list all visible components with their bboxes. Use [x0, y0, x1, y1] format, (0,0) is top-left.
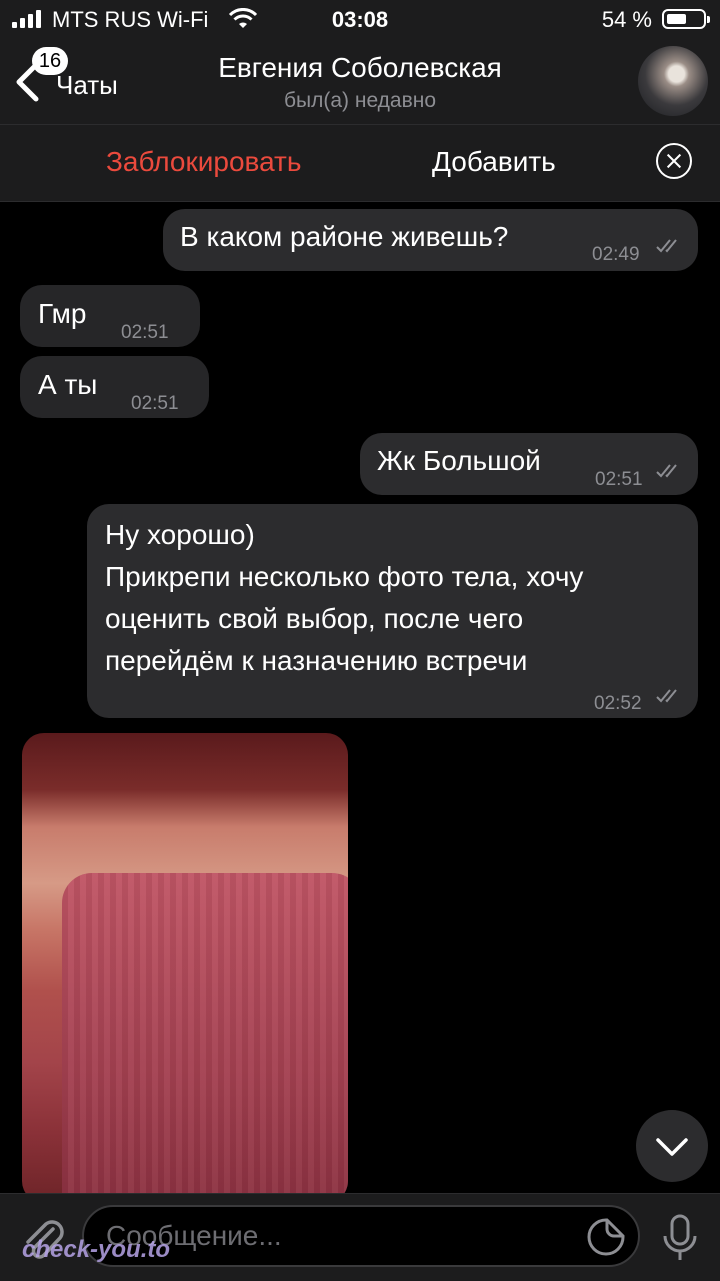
- message-time: 02:51: [131, 393, 179, 414]
- scroll-to-bottom-button[interactable]: [636, 1110, 708, 1182]
- battery-icon: [662, 9, 710, 29]
- sticker-icon[interactable]: [586, 1217, 626, 1257]
- message-text: В каком районе живешь?: [180, 221, 509, 252]
- double-check-icon: [656, 464, 677, 478]
- message-line: перейдём к назначению встречи: [105, 645, 528, 676]
- message-bubble-incoming[interactable]: А ты 02:51: [20, 356, 209, 418]
- message-line: Прикрепи несколько фото тела, хочу: [105, 561, 584, 592]
- message-time: 02:52: [594, 693, 642, 714]
- close-icon[interactable]: [656, 143, 692, 179]
- message-bubble-outgoing[interactable]: Жк Большой 02:51: [360, 433, 698, 495]
- watermark: check-you.to: [22, 1236, 171, 1263]
- message-bubble-outgoing[interactable]: Ну хорошо) Прикрепи несколько фото тела,…: [87, 504, 698, 718]
- message-time: 02:51: [595, 469, 643, 490]
- contact-avatar[interactable]: [638, 46, 708, 116]
- block-button[interactable]: Заблокировать: [106, 146, 301, 178]
- message-text: Жк Большой: [377, 445, 541, 476]
- message-time: 02:49: [592, 244, 640, 265]
- message-text: Гмр: [38, 298, 87, 329]
- message-line: оценить свой выбор, после чего: [105, 603, 524, 634]
- message-text: А ты: [38, 369, 98, 400]
- message-line: Ну хорошо): [105, 519, 255, 550]
- chevron-down-icon: [656, 1138, 688, 1156]
- message-time: 02:51: [121, 322, 169, 343]
- add-contact-button[interactable]: Добавить: [432, 146, 556, 178]
- contact-name[interactable]: Евгения Соболевская: [0, 52, 720, 84]
- message-bubble-incoming[interactable]: Гмр 02:51: [20, 285, 200, 347]
- message-bubble-outgoing[interactable]: В каком районе живешь? 02:49: [163, 209, 698, 271]
- photo-message[interactable]: [22, 733, 348, 1203]
- double-check-icon: [656, 689, 677, 703]
- photo-content: [62, 873, 348, 1203]
- microphone-icon[interactable]: [660, 1212, 700, 1264]
- double-check-icon: [656, 239, 677, 253]
- battery-percent: 54 %: [601, 7, 652, 32]
- last-seen-status: был(а) недавно: [283, 89, 437, 112]
